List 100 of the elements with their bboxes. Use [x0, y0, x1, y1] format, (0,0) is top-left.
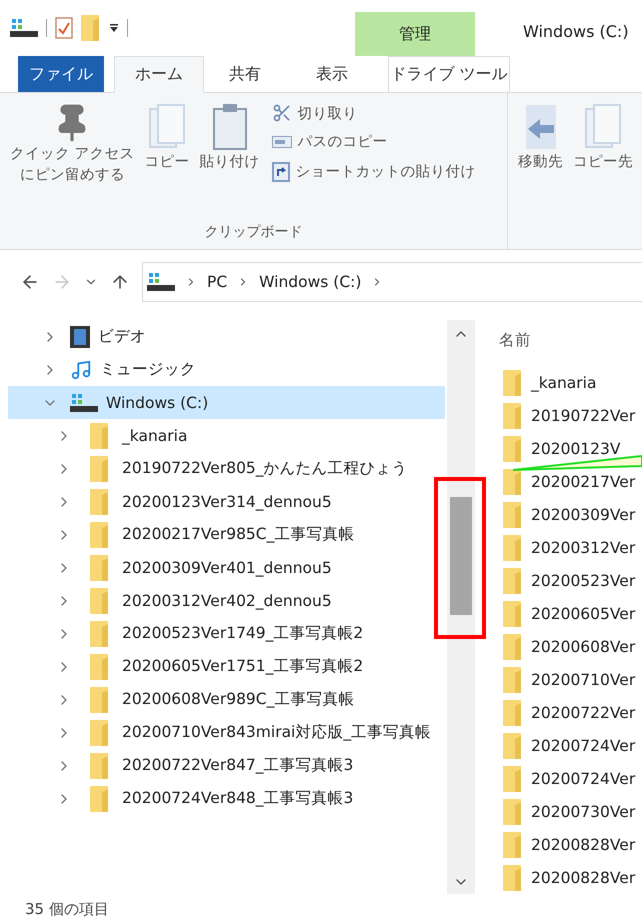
tree-item[interactable]: 20200309Ver401_dennou5	[8, 551, 445, 584]
ribbon-button[interactable]: ショートカットの貼り付け	[272, 160, 476, 182]
folder-icon	[90, 720, 110, 746]
file-row[interactable]: 20200608Ver	[499, 630, 642, 663]
film-icon	[70, 326, 90, 348]
folder-icon	[503, 436, 523, 462]
window-title: Windows (C:)	[522, 21, 629, 43]
ribbon-tab[interactable]: ドライブ ツール	[388, 56, 510, 92]
file-row[interactable]: 20200123V	[499, 432, 642, 465]
scroll-thumb[interactable]	[450, 497, 472, 615]
ribbon-button[interactable]: 切り取り	[272, 103, 476, 123]
drive-icon	[70, 392, 98, 412]
folder-icon	[90, 522, 110, 548]
ribbon-tab[interactable]: ホーム	[114, 56, 204, 93]
tree-item-label: 20200523Ver1749_工事写真帳2	[122, 623, 364, 644]
tree-item[interactable]: 20200605Ver1751_工事写真帳2	[8, 650, 445, 683]
tree-item-label: 20200710Ver843mirai対応版_工事写真帳	[122, 722, 432, 743]
folder-icon	[503, 370, 523, 396]
folder-icon	[90, 752, 110, 778]
dropdown-icon[interactable]	[109, 23, 119, 33]
folder-icon	[503, 502, 523, 528]
tree-item[interactable]: 20190722Ver805_かんたん工程ひょう	[8, 452, 445, 485]
folder-icon	[90, 786, 110, 812]
file-row[interactable]: 20200722Ver	[499, 696, 642, 729]
tree-item[interactable]: 20200608Ver989C_工事写真帳	[8, 683, 445, 716]
tree-item[interactable]: _kanaria	[8, 419, 445, 452]
file-row[interactable]: 20200309Ver	[499, 498, 642, 531]
tree-item[interactable]: 20200123Ver314_dennou5	[8, 485, 445, 518]
folder-icon	[90, 422, 110, 448]
file-row[interactable]: 20200724Ver	[499, 729, 642, 762]
tree-item[interactable]: 20200724Ver848_工事写真帳3	[8, 782, 445, 815]
tree-item-label: 20200123Ver314_dennou5	[122, 492, 332, 510]
file-row[interactable]: 20200828Ver	[499, 828, 642, 861]
scrollbar[interactable]	[447, 320, 475, 894]
copy-icon	[148, 103, 186, 151]
folder-icon	[503, 600, 523, 626]
folder-icon	[90, 686, 110, 712]
folder-icon	[81, 15, 101, 41]
file-row[interactable]: 20190722Ver	[499, 399, 642, 432]
tree-item[interactable]: 20200722Ver847_工事写真帳3	[8, 749, 445, 782]
tree-item[interactable]: ビデオ	[8, 320, 445, 353]
folder-icon	[90, 654, 110, 680]
file-row[interactable]: 20200724Ver	[499, 762, 642, 795]
file-row[interactable]: 20200828Ver	[499, 861, 642, 894]
folder-icon	[503, 468, 523, 494]
folder-icon	[503, 534, 523, 560]
folder-icon	[503, 666, 523, 692]
column-header[interactable]: 名前	[499, 320, 642, 366]
shortcut-icon	[272, 160, 290, 182]
breadcrumb[interactable]: PC	[207, 273, 228, 291]
breadcrumb[interactable]: Windows (C:)	[259, 273, 362, 291]
group-label: クリップボード	[204, 223, 304, 242]
file-tab[interactable]: ファイル	[18, 56, 104, 92]
file-row[interactable]: 20200523Ver	[499, 564, 642, 597]
tree-item[interactable]: 20200523Ver1749_工事写真帳2	[8, 617, 445, 650]
folder-icon	[503, 832, 523, 858]
properties-icon[interactable]	[55, 17, 73, 39]
folder-icon	[503, 732, 523, 758]
file-row[interactable]: 20200710Ver	[499, 663, 642, 696]
tree-item[interactable]: Windows (C:)	[8, 386, 445, 419]
tree-item-label: 20200309Ver401_dennou5	[122, 558, 332, 576]
file-row[interactable]: 20200217Ver	[499, 465, 642, 498]
scissors-icon	[272, 103, 292, 123]
tree-item-label: 20200605Ver1751_工事写真帳2	[122, 656, 364, 677]
tree-item-label: ミュージック	[100, 359, 196, 380]
folder-icon	[90, 588, 110, 614]
folder-icon	[90, 620, 110, 646]
ribbon-button[interactable]: パスのコピー	[272, 132, 476, 151]
file-row[interactable]: _kanaria	[499, 366, 642, 399]
tree-item-label: _kanaria	[122, 426, 188, 444]
tree-item[interactable]: 20200217Ver985C_工事写真帳	[8, 518, 445, 551]
file-row[interactable]: 20200312Ver	[499, 531, 642, 564]
tree-item-label: 20200722Ver847_工事写真帳3	[122, 755, 354, 776]
tree-item-label: 20200608Ver989C_工事写真帳	[122, 689, 354, 710]
folder-icon	[503, 402, 523, 428]
tree-item-label: 20190722Ver805_かんたん工程ひょう	[122, 458, 408, 479]
file-row[interactable]: 20200730Ver	[499, 795, 642, 828]
ribbon-button[interactable]: コピー先	[571, 103, 635, 249]
folder-icon	[503, 700, 523, 726]
ribbon-button[interactable]: コピー	[142, 103, 192, 223]
folder-icon	[503, 766, 523, 792]
copy-to-icon	[584, 103, 622, 151]
move-icon	[524, 103, 558, 151]
path-copy-icon	[272, 136, 292, 148]
file-row[interactable]: 20200605Ver	[499, 597, 642, 630]
tree-item[interactable]: 20200312Ver402_dennou5	[8, 584, 445, 617]
drive-icon	[147, 272, 175, 292]
ribbon-button[interactable]: 貼り付け	[198, 103, 262, 223]
tree-item-label: 20200312Ver402_dennou5	[122, 592, 332, 610]
music-note-icon	[70, 358, 92, 380]
folder-icon	[90, 456, 110, 482]
ribbon-button[interactable]: クイック アクセス にピン留めする	[8, 103, 137, 223]
folder-icon	[503, 798, 523, 824]
tree-item[interactable]: 20200710Ver843mirai対応版_工事写真帳	[8, 716, 445, 749]
folder-icon	[503, 634, 523, 660]
tree-item[interactable]: ミュージック	[8, 353, 445, 386]
folder-icon	[90, 554, 110, 580]
drive-icon	[10, 18, 38, 38]
ribbon-button[interactable]: 移動先	[516, 103, 565, 249]
address-bar[interactable]: PC Windows (C:)	[142, 262, 642, 302]
